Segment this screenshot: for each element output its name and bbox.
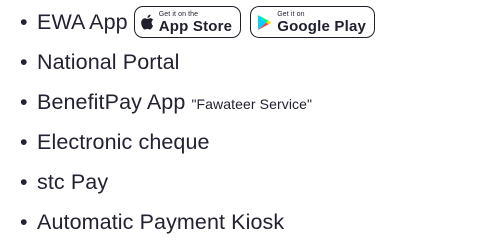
google-play-big-label: Google Play [277, 17, 367, 35]
item-note: "Fawateer Service" [191, 96, 313, 112]
item-label: National Portal [37, 49, 180, 74]
bullet: • [20, 209, 28, 234]
app-store-big-label: App Store [158, 17, 233, 35]
app-store-text: Get it on the App Store [159, 11, 232, 34]
google-play-badge[interactable]: Get it on Google Play [250, 6, 376, 38]
list-item-national-portal: • National Portal [20, 42, 482, 82]
item-label: Automatic Payment Kiosk [37, 209, 285, 234]
google-play-small-label: Get it on [277, 10, 305, 18]
payment-methods-list: • EWA App Get it on the App Store Get it… [20, 2, 482, 242]
app-store-badge[interactable]: Get it on the App Store [133, 6, 242, 38]
bullet: • [20, 129, 28, 154]
item-label: stc Pay [37, 169, 109, 194]
bullet: • [20, 49, 28, 74]
google-play-text: Get it on Google Play [277, 11, 366, 34]
bullet: • [20, 89, 28, 114]
list-item-automatic-payment-kiosk: • Automatic Payment Kiosk [20, 202, 482, 242]
list-item-electronic-cheque: • Electronic cheque [20, 122, 482, 162]
bullet: • [20, 169, 28, 194]
google-play-icon [257, 14, 272, 31]
item-label: Electronic cheque [37, 129, 210, 154]
bullet: • [20, 9, 28, 34]
list-item-ewa-app: • EWA App Get it on the App Store Get it… [20, 2, 482, 42]
item-label: BenefitPay App [37, 89, 186, 114]
list-item-stc-pay: • stc Pay [20, 162, 482, 202]
apple-icon [140, 14, 154, 30]
list-item-benefitpay-app: • BenefitPay App "Fawateer Service" [20, 82, 482, 122]
app-store-small-label: Get it on the [158, 10, 199, 18]
item-label: EWA App [37, 9, 128, 34]
